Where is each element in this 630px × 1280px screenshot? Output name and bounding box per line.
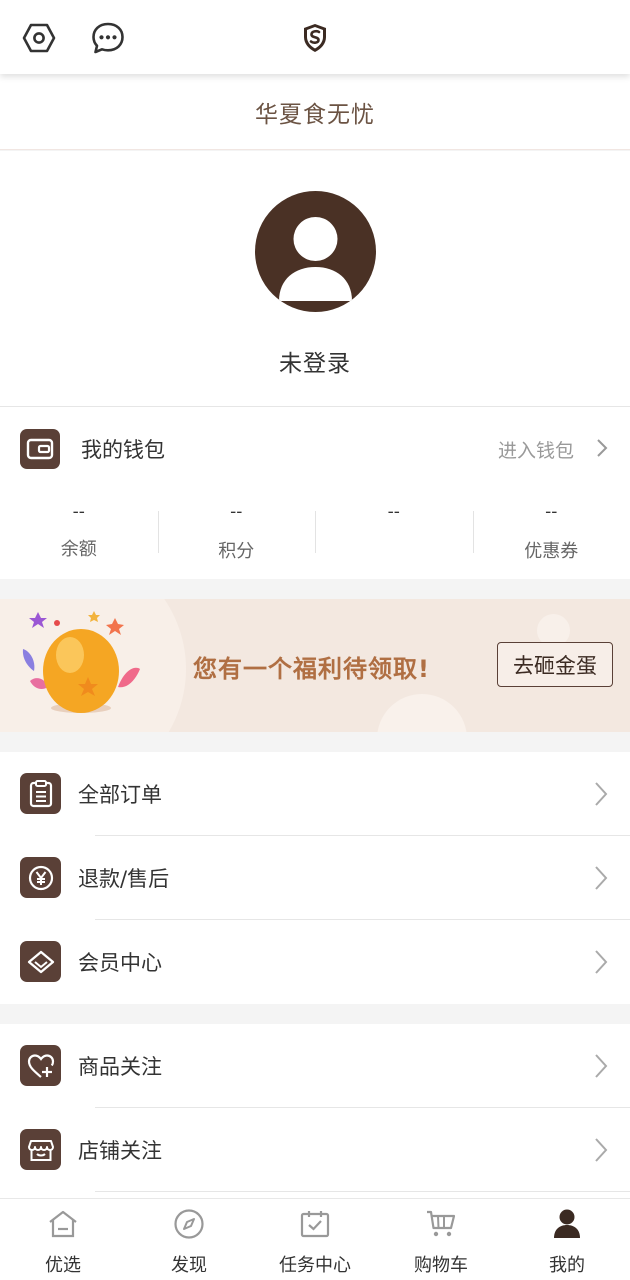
banner-decoration [377,694,467,732]
chevron-right-icon [596,438,608,462]
nav-tab-cart[interactable]: 购物车 [378,1199,504,1280]
wallet-icon [20,429,60,469]
menu-item-label: 退款/售后 [78,867,170,891]
menu-item-all-orders[interactable]: 全部订单 [0,752,630,836]
top-bar [0,0,630,74]
wallet-stats: -- 余额 -- 积分 -- -- 优惠券 [0,499,630,571]
smash-egg-button[interactable]: 去砸金蛋 [497,642,613,687]
stat-coupons[interactable]: -- 优惠券 [472,499,630,571]
stat-value: -- [230,502,243,522]
nav-tab-task-center[interactable]: 任务中心 [252,1199,378,1280]
store-icon [20,1129,61,1170]
chevron-right-icon [594,781,608,811]
enter-wallet-link[interactable]: 进入钱包 [498,436,574,463]
heart-plus-icon [20,1045,61,1086]
nav-tab-discover[interactable]: 发现 [126,1199,252,1280]
task-check-icon [298,1207,332,1241]
chevron-right-icon [594,949,608,979]
diamond-icon [20,941,61,982]
stat-balance[interactable]: -- 余额 [0,499,158,571]
wallet-header[interactable]: 我的钱包 进入钱包 [0,407,630,491]
menu-item-label: 全部订单 [78,783,162,807]
menu-item-product-follow[interactable]: 商品关注 [0,1024,630,1108]
golden-egg-icon [22,611,140,713]
wallet-section: 我的钱包 进入钱包 -- 余额 -- 积分 -- -- 优惠券 [0,407,630,579]
clipboard-icon [20,773,61,814]
menu-item-refund[interactable]: 退款/售后 [0,836,630,920]
follow-menu-group: 商品关注 店铺关注 [0,1024,630,1198]
compass-icon [172,1207,206,1241]
stat-label: 余额 [60,539,97,560]
stat-third[interactable]: -- [315,499,473,571]
menu-item-member-center[interactable]: 会员中心 [0,920,630,1004]
refund-yen-icon [20,857,61,898]
app-title: 华夏食无忧 [0,74,630,150]
nav-label: 发现 [171,1255,207,1276]
wallet-title: 我的钱包 [81,438,165,462]
chevron-right-icon [594,1137,608,1167]
chevron-right-icon [594,865,608,895]
nav-label: 优选 [45,1255,81,1276]
nav-label: 任务中心 [279,1255,351,1276]
chevron-right-icon [594,1053,608,1083]
cart-icon [424,1207,458,1241]
profile-section[interactable]: 未登录 [0,151,630,407]
nav-label: 购物车 [414,1255,468,1276]
stat-value: -- [545,502,558,522]
menu-item-label: 商品关注 [78,1055,162,1079]
stat-label: 优惠券 [524,541,579,562]
person-icon [550,1207,584,1241]
order-menu-group: 全部订单 退款/售后 会员中心 [0,752,630,1004]
message-icon[interactable] [90,20,126,56]
stat-points[interactable]: -- 积分 [157,499,316,571]
shield-logo-icon [297,20,333,56]
golden-egg-banner[interactable]: 您有一个福利待领取! 去砸金蛋 [0,599,630,732]
nav-tab-mine[interactable]: 我的 [504,1199,630,1280]
home-icon [46,1207,80,1241]
banner-text: 您有一个福利待领取! [193,655,430,683]
avatar[interactable] [255,191,376,312]
menu-item-label: 店铺关注 [78,1139,162,1163]
settings-icon[interactable] [21,20,57,56]
nav-tab-home[interactable]: 优选 [0,1199,126,1280]
bottom-nav: 优选 发现 任务中心 购物车 我的 [0,1198,630,1280]
stat-label: 积分 [218,541,255,562]
nav-label: 我的 [549,1255,585,1276]
stat-value: -- [387,502,400,522]
divider [95,1191,630,1192]
menu-item-store-follow[interactable]: 店铺关注 [0,1108,630,1192]
login-status[interactable]: 未登录 [0,344,630,378]
stat-value: -- [72,502,85,522]
menu-item-label: 会员中心 [78,951,162,975]
